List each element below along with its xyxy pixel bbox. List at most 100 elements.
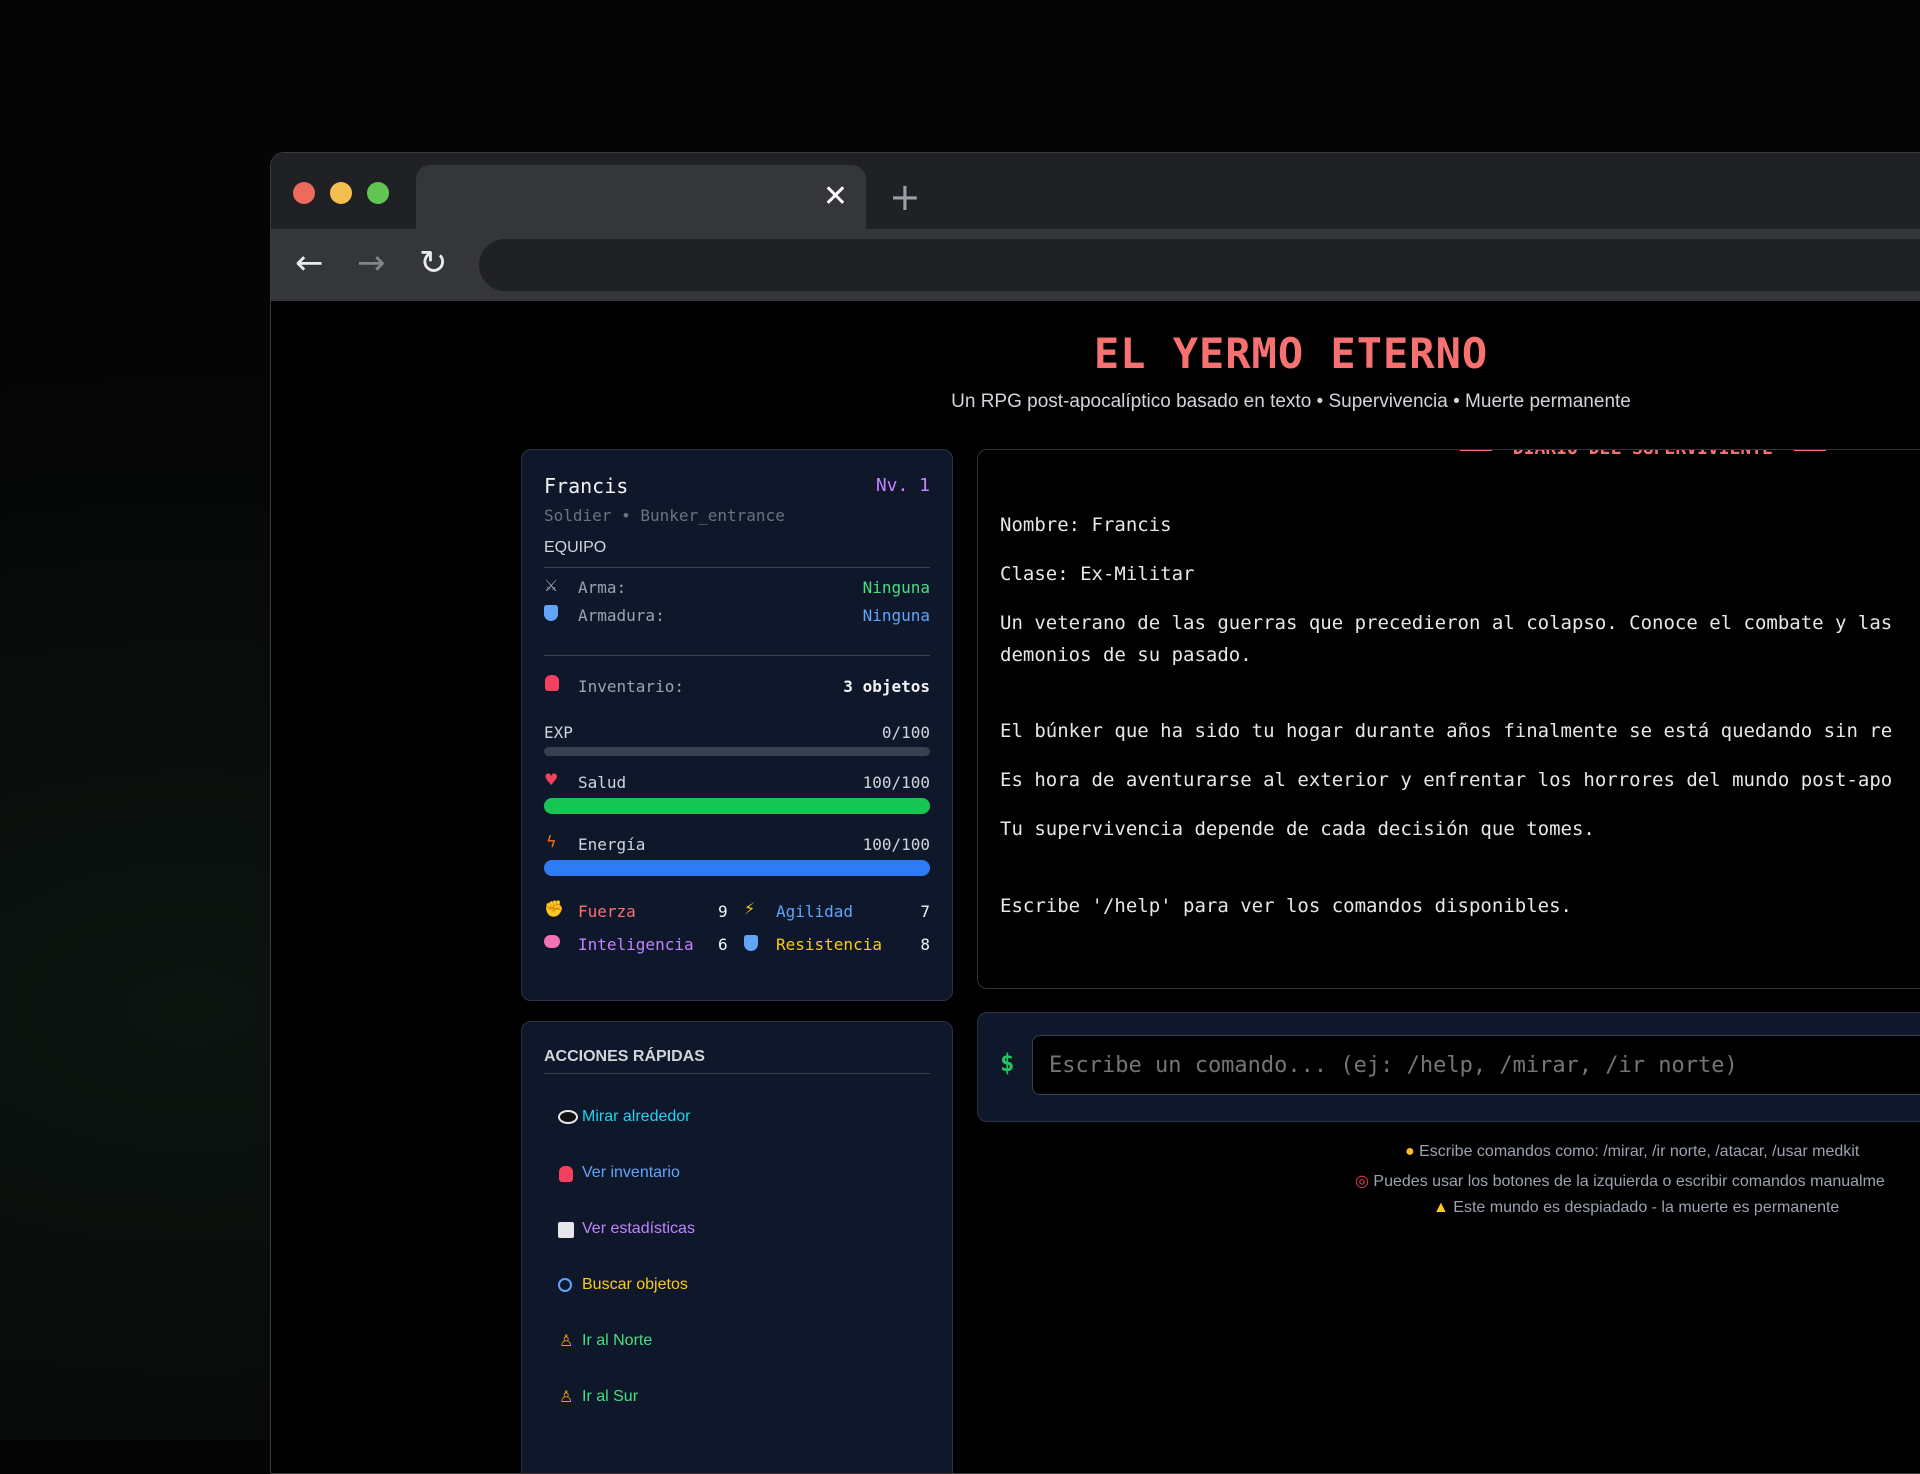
health-label: Salud: [578, 773, 627, 792]
backpack-icon: [559, 1166, 573, 1182]
resistance-value: 8: [920, 935, 930, 954]
action-label: Ir al Sur: [582, 1388, 639, 1405]
flexed-arm-icon: ✊: [544, 899, 564, 918]
exp-label: EXP: [544, 723, 573, 742]
heart-icon: ♥: [544, 770, 559, 789]
weapon-label: Arma:: [578, 578, 627, 597]
warning-icon: ▲: [1433, 1199, 1449, 1216]
tab-bar: ✕ +: [271, 153, 1920, 229]
minimize-window-button[interactable]: [330, 182, 352, 204]
exp-value: 0/100: [881, 723, 930, 742]
action-look-around[interactable]: Mirar alrededor: [544, 1098, 930, 1138]
health-bar-fill: [544, 798, 930, 814]
strength-label: Fuerza: [578, 902, 636, 921]
tip-line: ◎ Puedes usar los botones de la izquierd…: [1355, 1171, 1885, 1191]
level-badge: Nv. 1: [875, 475, 930, 496]
journal-heading: DIARIO DEL SUPERVIVIENTE: [1460, 450, 1826, 459]
forward-arrow-icon[interactable]: →: [357, 243, 386, 283]
log-line: Un veterano de las guerras que precedier…: [1000, 612, 1893, 634]
back-arrow-icon[interactable]: ←: [295, 243, 324, 283]
equipment-title: EQUIPO: [544, 539, 607, 556]
maximize-window-button[interactable]: [367, 182, 389, 204]
tip-line: ▲ Este mundo es despiadado - la muerte e…: [1433, 1199, 1839, 1217]
intelligence-value: 6: [718, 935, 728, 954]
heading-rule: [1460, 450, 1492, 451]
energy-bar: [544, 860, 930, 876]
action-label: Ver estadísticas: [582, 1220, 695, 1237]
armor-label: Armadura:: [578, 606, 665, 625]
heading-rule: [1793, 450, 1826, 451]
action-search-items[interactable]: Buscar objetos: [544, 1266, 930, 1306]
tip-text: Puedes usar los botones de la izquierda …: [1373, 1173, 1885, 1190]
walking-icon: ♙: [559, 1387, 574, 1406]
action-label: Ir al Norte: [582, 1332, 653, 1349]
log-line: Escribe '/help' para ver los comandos di…: [1000, 895, 1572, 917]
divider: [544, 655, 930, 656]
health-value: 100/100: [862, 773, 930, 792]
browser-tab[interactable]: ✕: [416, 165, 866, 229]
brain-icon: [544, 935, 560, 948]
class-location: Soldier • Bunker_entrance: [544, 506, 785, 525]
journal-panel: DIARIO DEL SUPERVIVIENTE Nombre: Francis…: [977, 449, 1920, 989]
log-line: Nombre: Francis: [1000, 514, 1172, 536]
new-tab-button[interactable]: +: [889, 175, 921, 219]
action-view-stats[interactable]: Ver estadísticas: [544, 1210, 930, 1250]
target-icon: ◎: [1355, 1173, 1369, 1190]
quick-actions-title: ACCIONES RÁPIDAS: [544, 1048, 705, 1065]
magnifier-icon: [558, 1278, 572, 1292]
quick-actions-panel: ACCIONES RÁPIDAS Mirar alrededor Ver inv…: [521, 1021, 953, 1473]
energy-label: Energía: [578, 835, 646, 854]
exp-bar: [544, 747, 930, 756]
log-line: El búnker que ha sido tu hogar durante a…: [1000, 720, 1893, 742]
log-line: Clase: Ex-Militar: [1000, 563, 1195, 585]
tip-text: Este mundo es despiadado - la muerte es …: [1453, 1199, 1840, 1216]
health-bar: [544, 798, 930, 814]
divider: [544, 1073, 930, 1074]
log-line: demonios de su pasado.: [1000, 644, 1252, 666]
tip-line: ● Escribe comandos como: /mirar, /ir nor…: [1405, 1143, 1859, 1161]
lightbulb-icon: ●: [1405, 1143, 1415, 1160]
command-panel: $: [977, 1012, 1920, 1122]
browser-window: ✕ + ← → ↻ EL YERMO ETERNO Un RPG post-ap…: [270, 152, 1920, 1474]
log-line: Tu supervivencia depende de cada decisió…: [1000, 818, 1595, 840]
armor-value: Ninguna: [862, 606, 930, 625]
agility-label: Agilidad: [776, 902, 854, 921]
page-subtitle: Un RPG post-apocalíptico basado en texto…: [951, 391, 1631, 412]
close-window-button[interactable]: [293, 182, 315, 204]
character-panel: Francis Nv. 1 Soldier • Bunker_entrance …: [521, 449, 953, 1001]
strength-value: 9: [718, 902, 728, 921]
energy-value: 100/100: [862, 835, 930, 854]
browser-toolbar: ← → ↻: [271, 229, 1920, 301]
bar-chart-icon: [558, 1222, 574, 1238]
log-line: Es hora de aventurarse al exterior y enf…: [1000, 769, 1893, 791]
agility-value: 7: [920, 902, 930, 921]
address-bar[interactable]: [479, 239, 1920, 291]
page-title: EL YERMO ETERNO: [1093, 329, 1489, 378]
action-view-inventory[interactable]: Ver inventario: [544, 1154, 930, 1194]
action-label: Ver inventario: [582, 1164, 680, 1181]
action-label: Buscar objetos: [582, 1276, 688, 1293]
tab-close-icon[interactable]: ✕: [823, 177, 848, 217]
swords-icon: ⚔: [544, 576, 559, 595]
command-input[interactable]: [1032, 1035, 1920, 1095]
shield-icon: [544, 605, 558, 621]
running-icon: ⚡: [744, 899, 756, 918]
action-go-south[interactable]: ♙ Ir al Sur: [544, 1378, 930, 1418]
walking-icon: ♙: [559, 1331, 574, 1350]
action-go-north[interactable]: ♙ Ir al Norte: [544, 1322, 930, 1362]
inventory-value: 3 objetos: [843, 677, 930, 696]
page-content: EL YERMO ETERNO Un RPG post-apocalíptico…: [271, 301, 1920, 1473]
journal-heading-text: DIARIO DEL SUPERVIVIENTE: [1513, 450, 1773, 459]
backpack-icon: [545, 675, 559, 691]
eye-icon: [558, 1110, 578, 1124]
prompt-symbol: $: [1000, 1049, 1015, 1077]
divider: [544, 567, 930, 568]
weapon-value: Ninguna: [862, 578, 930, 597]
character-name: Francis: [544, 474, 629, 498]
reload-icon[interactable]: ↻: [419, 243, 448, 283]
action-label: Mirar alrededor: [582, 1108, 691, 1125]
inventory-label: Inventario:: [578, 677, 684, 696]
lightning-icon: ϟ: [546, 832, 557, 851]
intelligence-label: Inteligencia: [578, 935, 694, 954]
shield-icon: [744, 935, 758, 951]
